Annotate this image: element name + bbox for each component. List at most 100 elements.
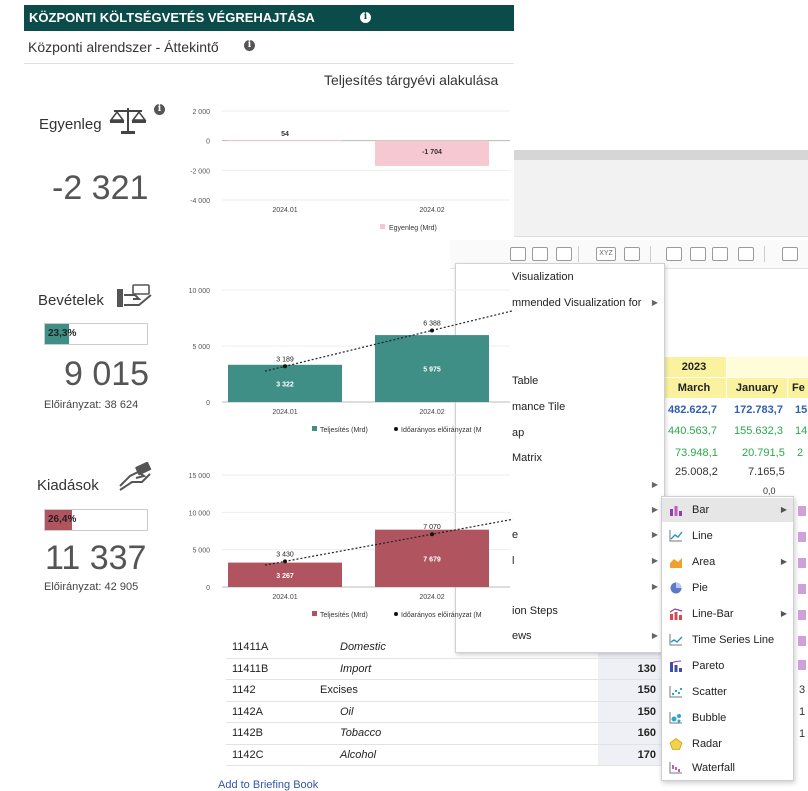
pivot-year-row: 2023 (662, 357, 808, 377)
pareto-chart-icon (670, 660, 682, 672)
table-row[interactable]: 1142A Oil 150 (226, 701, 662, 723)
kpi-value-balance: -2 321 (52, 169, 149, 207)
submenu-item-waterfall[interactable]: Waterfall (662, 756, 793, 780)
submenu-item-pareto[interactable]: Pareto (662, 654, 793, 678)
toolbar-icon-6[interactable] (666, 247, 682, 261)
bar (228, 139, 342, 141)
kpi-label-expenses: Kiadások (37, 477, 99, 494)
y-tick-label: 10 000 (189, 510, 211, 517)
x-tick-label: 2024.01 (272, 594, 297, 601)
waterfall-chart-icon (669, 762, 682, 774)
xyz-icon[interactable]: XYZ (596, 247, 616, 261)
submenu-arrow-icon: ▶ (780, 505, 787, 514)
pivot-cell: 2 (797, 447, 804, 459)
x-tick-label: 2024.01 (272, 409, 297, 416)
submenu-arrow-icon: ▶ (651, 298, 658, 307)
info-icon[interactable]: i (154, 104, 165, 115)
submenu-item-line[interactable]: Line (662, 524, 793, 548)
export-icon[interactable] (624, 247, 640, 261)
line-value-label: 6 388 (423, 320, 441, 327)
edge-value: 3 (799, 684, 806, 696)
row-name: Oil (310, 701, 598, 723)
info-icon[interactable]: i (360, 12, 371, 23)
bar-value-label: 3 322 (276, 381, 294, 388)
y-tick-label: 0 (206, 585, 210, 592)
toolbar-icon-9[interactable] (738, 247, 754, 261)
approp-label: Előirányzat: (44, 581, 102, 593)
pivot-cell: 15 (795, 404, 808, 416)
submenu-item-pie[interactable]: Pie (662, 576, 793, 600)
submenu-item-label: Bar (692, 504, 710, 516)
approp-value: 38 624 (104, 399, 139, 411)
submenu-item-radar[interactable]: Radar (662, 732, 793, 756)
pivot-month-row: March January Fe (662, 378, 808, 398)
legend-swatch (312, 611, 317, 616)
row-value: 160 (598, 722, 662, 745)
toolbar-separator (578, 246, 579, 262)
kpi-label-revenue: Bevételek (38, 292, 104, 309)
y-tick-label: 2 000 (192, 109, 210, 116)
row-name: Excises (310, 679, 598, 702)
partial-chart-icon (798, 584, 806, 594)
legend-label: Időarányos előirányzat (M (401, 427, 482, 434)
toolbar-icon-2[interactable] (532, 247, 548, 261)
menu-item-label: ion Steps (512, 605, 558, 617)
table-row[interactable]: 11411B Import 130 (226, 658, 662, 680)
submenu-item-label: Time Series Line (692, 634, 775, 646)
table-row[interactable]: 1142C Alcohol 170 (226, 744, 662, 766)
submenu-item-bar[interactable]: Bar ▶ (662, 498, 793, 522)
info-icon[interactable]: i (244, 40, 255, 51)
x-tick-label: 2024.02 (419, 409, 444, 416)
submenu-item-label: Waterfall (692, 762, 735, 774)
submenu-item-bubble[interactable]: Bubble (662, 706, 793, 730)
y-tick-label: 10 000 (189, 288, 211, 295)
menu-item-label: mance Tile (512, 401, 566, 413)
menu-item-label: mmended Visualization for (512, 297, 642, 309)
submenu-item-label: Pareto (692, 660, 725, 672)
y-tick-label: -4 000 (190, 198, 210, 205)
approp-label: Előirányzat: (44, 399, 102, 411)
submenu-item-time-series[interactable]: Time Series Line (662, 628, 793, 652)
submenu-item-line-bar[interactable]: Line-Bar ▶ (662, 602, 793, 626)
toolbar-icon-3[interactable] (556, 247, 572, 261)
scatter-chart-icon (669, 686, 682, 698)
y-tick-label: 0 (206, 139, 210, 146)
revenue-chart: 10 000 5 000 0 2024.01 2024.02 3 322 5 975 3 18… (189, 288, 513, 434)
hand-money-icon (117, 284, 152, 307)
pivot-cell: 7.165,5 (748, 466, 785, 478)
row-name: Alcohol (310, 744, 598, 766)
toolbar-icon-10[interactable] (782, 247, 798, 261)
pivot-cell: 172.783,7 (734, 404, 783, 416)
kpi-value-expenses: 11 337 (45, 539, 147, 577)
submenu-item-area[interactable]: Area ▶ (662, 550, 793, 574)
pivot-cell: 20.791,5 (742, 447, 785, 459)
row-value: 170 (598, 744, 662, 766)
row-code: 1142C (226, 744, 310, 766)
submenu-item-scatter[interactable]: Scatter (662, 680, 793, 704)
toolbar-separator (764, 246, 765, 262)
submenu-arrow-icon: ▶ (651, 480, 658, 489)
edge-value: 1 (799, 706, 806, 718)
line-value-label: 7 070 (423, 524, 441, 531)
pie-chart-icon (670, 582, 682, 594)
submenu-item-label: Line-Bar (692, 608, 734, 620)
table-row[interactable]: 1142B Tobacco 160 (226, 722, 662, 745)
legend-label: Teljesítés (Mrd) (320, 427, 368, 434)
x-tick-label: 2024.01 (272, 207, 297, 214)
bar-value-label: 3 267 (276, 573, 294, 580)
toolbar-icon-7[interactable] (690, 247, 706, 261)
scales-icon (109, 108, 147, 134)
dashboard-header-bar: KÖZPONTI KÖLTSÉGVETÉS VÉGREHAJTÁSA i (24, 5, 514, 31)
y-tick-label: 15 000 (189, 473, 211, 480)
table-row[interactable]: 1142 Excises 150 (226, 679, 662, 702)
toolbar-icon-1[interactable] (510, 247, 526, 261)
line-point (430, 328, 434, 333)
bar-chart-icon (670, 506, 682, 516)
toolbar-icon-8[interactable] (712, 247, 728, 261)
row-value: 150 (598, 701, 662, 723)
submenu-arrow-icon: ▶ (651, 505, 658, 514)
partial-chart-icon (798, 636, 806, 646)
add-to-briefing-book-link[interactable]: Add to Briefing Book (218, 779, 318, 791)
edge-value: 1 (799, 728, 806, 740)
revenue-appropriation: Előirányzat: 38 624 (44, 399, 138, 411)
